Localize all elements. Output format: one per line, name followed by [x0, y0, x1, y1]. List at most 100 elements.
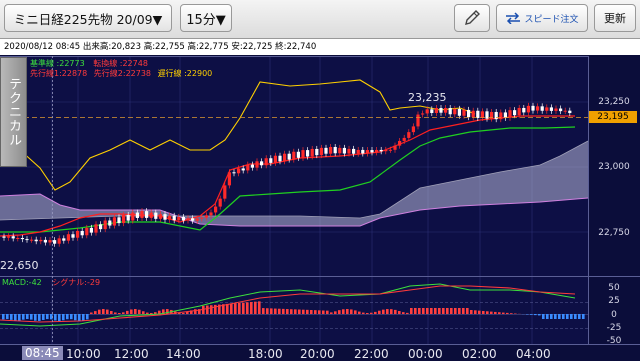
candle-body — [518, 108, 521, 115]
macd-histogram-bar — [186, 312, 189, 314]
macd-histogram-bar — [182, 313, 185, 314]
candle-body — [7, 236, 10, 237]
candle-body — [393, 146, 396, 150]
macd-histogram-bar — [138, 310, 141, 314]
candle-body — [228, 172, 231, 185]
macd-histogram-bar — [246, 302, 249, 314]
candle-body — [191, 218, 194, 220]
candle-body — [412, 126, 415, 132]
candle-body — [522, 108, 525, 112]
candle-body — [16, 238, 19, 239]
macd-histogram-bar — [326, 311, 329, 314]
ichimoku-legend-row2: 先行線1:22878 先行線2:22738 遅行線 :22900 — [30, 68, 212, 79]
macd-histogram-bar — [502, 313, 505, 314]
macd-histogram-bar — [346, 309, 349, 314]
macd-histogram-bar — [422, 308, 425, 314]
macd-histogram-bar — [270, 308, 273, 314]
price-label-high: 23,250 — [588, 96, 640, 108]
candle-body — [472, 111, 475, 117]
candle-body — [159, 214, 162, 219]
candle-body — [182, 217, 185, 221]
candle-body — [288, 154, 291, 160]
time-label-0000: 00:00 — [408, 347, 443, 361]
candle-body — [12, 236, 15, 238]
technical-tab[interactable]: テクニカル — [0, 57, 27, 167]
price-label-low: 22,750 — [588, 227, 640, 239]
candle-body — [265, 158, 268, 165]
macd-histogram-bar — [334, 311, 337, 314]
macd-histogram-bar — [426, 308, 429, 314]
macd-histogram-bar — [566, 314, 569, 319]
macd-histogram-bar — [74, 314, 77, 320]
macd-histogram-bar — [430, 308, 433, 314]
candle-body — [127, 215, 130, 221]
candle-body — [568, 111, 571, 113]
candle-body — [150, 213, 153, 218]
macd-legend: MACD:-42 シグナル:-29 — [2, 277, 100, 288]
macd-histogram-bar — [114, 312, 117, 314]
macd-histogram-bar — [322, 310, 325, 314]
candle-body — [458, 109, 461, 116]
macd-histogram-bar — [394, 310, 397, 314]
candle-body — [416, 115, 419, 127]
macd-histogram-bar — [10, 314, 13, 320]
macd-histogram-bar — [146, 313, 149, 314]
macd-histogram-bar — [310, 310, 313, 314]
price-label-mid: 23,000 — [588, 161, 640, 173]
candle-body — [389, 150, 392, 151]
macd-histogram-bar — [46, 314, 49, 319]
macd-histogram-bar — [558, 314, 561, 319]
candle-body — [246, 165, 249, 171]
candle-body — [81, 231, 84, 235]
time-label-1400: 14:00 — [166, 347, 201, 361]
candle-body — [541, 106, 544, 110]
candle-body — [564, 111, 567, 112]
macd-histogram-bar — [126, 311, 129, 314]
macd-histogram-bar — [2, 314, 5, 319]
candle-body — [85, 228, 88, 235]
macd-histogram-bar — [290, 309, 293, 314]
macd-axis-label-25: 25 — [588, 295, 640, 307]
candle-body — [375, 150, 378, 152]
macd-histogram-bar — [286, 309, 289, 314]
macd-histogram-bar — [474, 310, 477, 314]
macd-histogram-bar — [534, 314, 537, 315]
macd-histogram-bar — [370, 313, 373, 314]
macd-histogram-bar — [274, 309, 277, 314]
macd-histogram-bar — [478, 311, 481, 314]
macd-histogram-bar — [226, 304, 229, 314]
macd-histogram-bar — [330, 312, 333, 314]
candle-body — [278, 156, 281, 162]
macd-histogram-bar — [342, 309, 345, 314]
candle-body — [311, 149, 314, 157]
macd-histogram-bar — [78, 314, 81, 321]
macd-histogram-bar — [42, 314, 45, 320]
macd-histogram-bar — [550, 314, 553, 319]
candle-body — [324, 148, 327, 154]
macd-histogram-bar — [350, 309, 353, 314]
candle-body — [145, 211, 148, 218]
macd-histogram-bar — [418, 308, 421, 314]
macd-histogram-bar — [298, 310, 301, 314]
macd-histogram-bar — [302, 310, 305, 314]
candle-body — [449, 108, 452, 114]
candle-body — [435, 108, 438, 113]
macd-histogram-bar — [106, 310, 109, 314]
technical-chart[interactable] — [0, 0, 640, 360]
candle-body — [237, 168, 240, 173]
macd-histogram-bar — [62, 314, 65, 320]
macd-histogram-bar — [14, 314, 17, 321]
candle-body — [361, 150, 364, 154]
macd-histogram-bar — [470, 310, 473, 314]
candle-body — [71, 234, 74, 237]
macd-histogram-bar — [314, 310, 317, 314]
candle-body — [99, 224, 102, 229]
candle-body — [315, 149, 318, 155]
macd-histogram-bar — [398, 311, 401, 314]
candle-body — [260, 161, 263, 165]
candle-body — [35, 240, 38, 242]
macd-histogram-bar — [134, 309, 137, 314]
candle-body — [255, 161, 258, 167]
candle-body — [398, 141, 401, 146]
candle-body — [122, 215, 125, 223]
